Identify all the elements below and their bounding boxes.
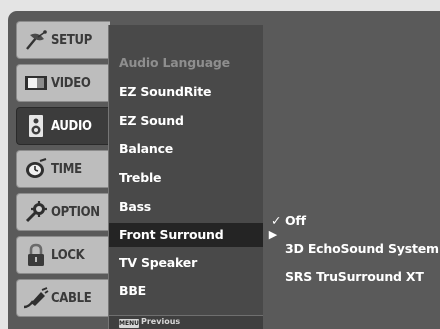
option-srs-trusurround-xt[interactable]: SRS TruSurround XT [285, 265, 424, 289]
sidebar-item-label: TIME [51, 161, 82, 177]
sidebar: SETUP VIDEO AUDIO TIME OPTION LOCK CABLE [10, 21, 110, 329]
sidebar-item-label: AUDIO [51, 118, 92, 134]
tv-screen-icon [23, 70, 49, 96]
menu-item-bass[interactable]: Bass [109, 195, 263, 219]
option-off[interactable]: ✓ Off [271, 209, 306, 233]
previous-label: Previous [141, 317, 181, 326]
audio-submenu: Audio Language EZ SoundRite EZ Sound Bal… [108, 25, 277, 329]
option-3d-echosound-system[interactable]: 3D EchoSound System [285, 237, 439, 261]
menu-item-bbe[interactable]: BBE [109, 279, 263, 303]
sidebar-item-label: LOCK [51, 247, 85, 263]
sidebar-item-lock[interactable]: LOCK [16, 236, 110, 274]
submenu-footer: MENU Previous [109, 315, 263, 329]
sidebar-item-audio[interactable]: AUDIO [16, 107, 110, 145]
sidebar-item-label: SETUP [51, 32, 92, 48]
sidebar-item-label: VIDEO [51, 75, 91, 91]
menu-item-balance[interactable]: Balance [109, 137, 263, 161]
sidebar-item-label: OPTION [51, 204, 100, 220]
sidebar-item-time[interactable]: TIME [16, 150, 110, 188]
speaker-icon [23, 113, 49, 139]
osd-menu: SETUP VIDEO AUDIO TIME OPTION LOCK CABLE… [8, 11, 440, 329]
sidebar-item-setup[interactable]: SETUP [16, 21, 110, 59]
padlock-icon [23, 242, 49, 268]
satellite-dish-icon [23, 27, 49, 53]
menu-item-ez-sound[interactable]: EZ Sound [109, 109, 263, 133]
check-icon: ✓ [271, 213, 282, 228]
menu-item-treble[interactable]: Treble [109, 166, 263, 190]
sidebar-item-label: CABLE [51, 290, 92, 306]
gear-wrench-icon [23, 199, 49, 225]
menu-item-ez-soundrite[interactable]: EZ SoundRite [109, 80, 263, 104]
menu-button-icon: MENU [119, 319, 139, 328]
cable-plug-icon [23, 285, 49, 311]
clock-icon [23, 156, 49, 182]
sidebar-item-video[interactable]: VIDEO [16, 64, 110, 102]
sidebar-item-cable[interactable]: CABLE [16, 279, 110, 317]
menu-item-tv-speaker[interactable]: TV Speaker [109, 251, 263, 275]
menu-item-front-surround[interactable]: Front Surround ▶ [109, 223, 277, 247]
menu-item-audio-language: Audio Language [119, 55, 230, 70]
sidebar-item-option[interactable]: OPTION [16, 193, 110, 231]
